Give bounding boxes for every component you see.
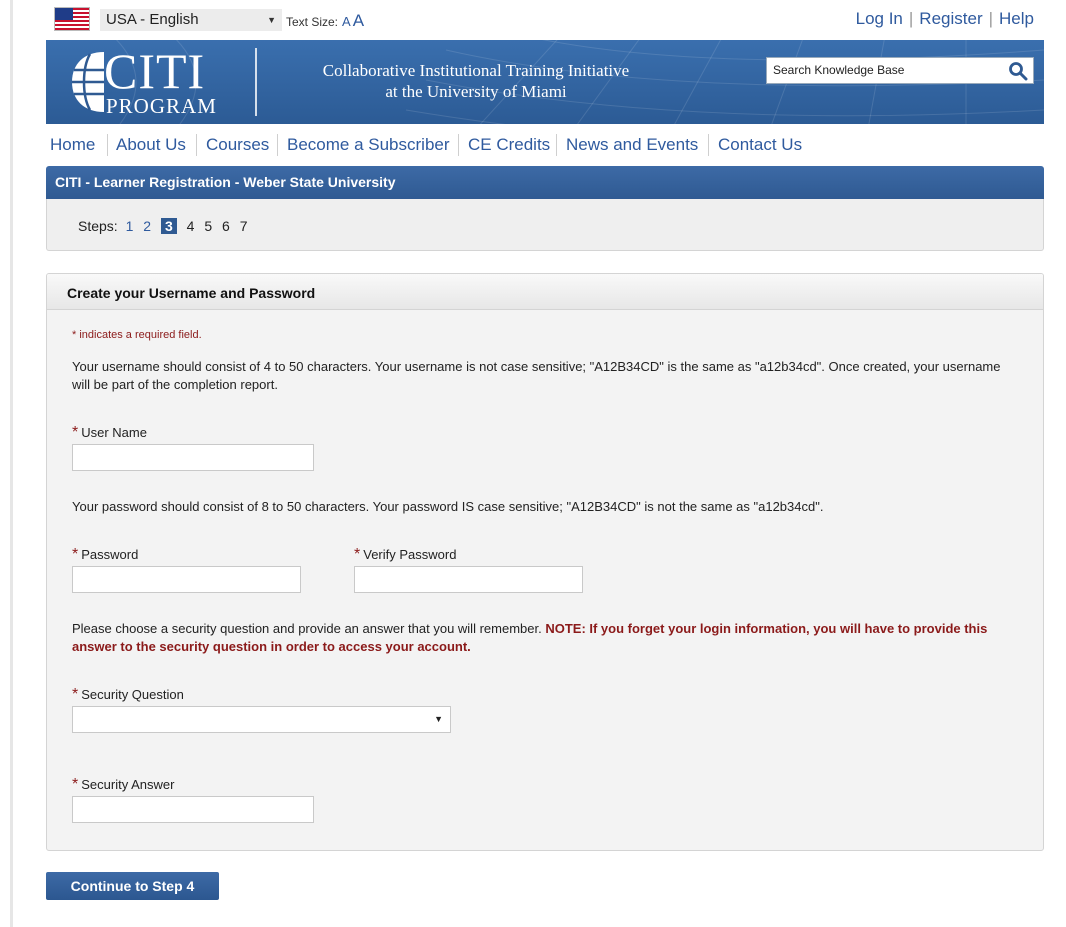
continue-step-4-button[interactable]: Continue to Step 4	[46, 872, 219, 900]
site-banner: CITI PROGRAM Collaborative Institutional…	[46, 40, 1044, 124]
banner-tagline: Collaborative Institutional Training Ini…	[276, 60, 676, 102]
main-nav: Home About Us Courses Become a Subscribe…	[46, 124, 1044, 164]
us-flag-icon	[54, 7, 90, 31]
nav-news-events[interactable]: News and Events	[566, 135, 698, 155]
step-2-link[interactable]: 2	[143, 218, 151, 234]
step-4: 4	[186, 218, 195, 234]
nav-contact-us[interactable]: Contact Us	[718, 135, 802, 155]
logo-citi-text: CITI	[104, 43, 206, 99]
step-6: 6	[222, 218, 230, 234]
verify-password-input[interactable]	[354, 566, 583, 593]
password-help-text: Your password should consist of 8 to 50 …	[72, 499, 824, 514]
nav-about-us[interactable]: About Us	[116, 135, 186, 155]
language-select-value: USA - English	[106, 11, 199, 28]
nav-courses[interactable]: Courses	[206, 135, 269, 155]
form-header: Create your Username and Password	[47, 274, 1043, 310]
username-label: * User Name	[72, 424, 147, 441]
step-5: 5	[204, 218, 213, 234]
search-icon[interactable]	[1008, 61, 1028, 81]
nav-ce-credits[interactable]: CE Credits	[468, 135, 550, 155]
register-link[interactable]: Register	[919, 9, 982, 28]
step-1-link[interactable]: 1	[126, 218, 134, 234]
required-star: *	[72, 546, 79, 563]
search-knowledge-base[interactable]: Search Knowledge Base	[766, 57, 1034, 84]
tagline-line-2: at the University of Miami	[385, 82, 567, 101]
required-field-note: * indicates a required field.	[72, 329, 202, 341]
registration-title: CITI - Learner Registration - Weber Stat…	[55, 174, 396, 190]
step-3-current: 3	[160, 218, 177, 234]
registration-header: CITI - Learner Registration - Weber Stat…	[46, 166, 1044, 199]
security-answer-input[interactable]	[72, 796, 314, 823]
security-question-select[interactable]: ▼	[72, 706, 451, 733]
credentials-form: Create your Username and Password * indi…	[46, 273, 1044, 851]
top-bar: USA - English ▼ Text Size: A A Log In | Regi…	[46, 0, 1044, 40]
password-input[interactable]	[72, 566, 301, 593]
caret-down-icon: ▼	[267, 15, 276, 25]
form-title: Create your Username and Password	[67, 285, 316, 301]
step-7: 7	[239, 218, 248, 234]
password-label: * Password	[72, 546, 139, 563]
steps-label: Steps:	[78, 218, 118, 234]
logo-divider	[255, 48, 257, 116]
username-input[interactable]	[72, 444, 314, 471]
required-star: *	[72, 424, 79, 441]
security-question-label: * Security Question	[72, 686, 184, 703]
security-answer-label: * Security Answer	[72, 776, 175, 793]
security-help-text: Please choose a security question and pr…	[72, 621, 988, 654]
logo-program-text: PROGRAM	[106, 94, 217, 118]
left-border	[10, 0, 13, 927]
language-select[interactable]: USA - English ▼	[100, 9, 282, 31]
login-link[interactable]: Log In	[856, 9, 903, 28]
help-link[interactable]: Help	[999, 9, 1034, 28]
text-size-label: Text Size:	[286, 15, 339, 29]
step-indicator: Steps: 1 2 3 4 5 6 7	[78, 218, 254, 234]
nav-become-subscriber[interactable]: Become a Subscriber	[287, 135, 450, 155]
auth-links: Log In | Register | Help	[855, 9, 1034, 28]
caret-down-icon: ▼	[434, 714, 443, 724]
nav-home[interactable]: Home	[50, 135, 95, 155]
steps-panel: Steps: 1 2 3 4 5 6 7	[46, 199, 1044, 251]
verify-password-label: * Verify Password	[354, 546, 457, 563]
search-input[interactable]: Search Knowledge Base	[773, 63, 904, 77]
text-size-control: Text Size: A A	[286, 11, 364, 31]
required-star: *	[72, 686, 79, 703]
text-size-large-button[interactable]: A	[353, 11, 364, 30]
username-help-text: Your username should consist of 4 to 50 …	[72, 359, 1001, 392]
required-star: *	[354, 546, 361, 563]
tagline-line-1: Collaborative Institutional Training Ini…	[322, 61, 630, 80]
required-star: *	[72, 776, 79, 793]
text-size-small-button[interactable]: A	[342, 14, 351, 29]
citi-globe-icon	[72, 52, 104, 112]
